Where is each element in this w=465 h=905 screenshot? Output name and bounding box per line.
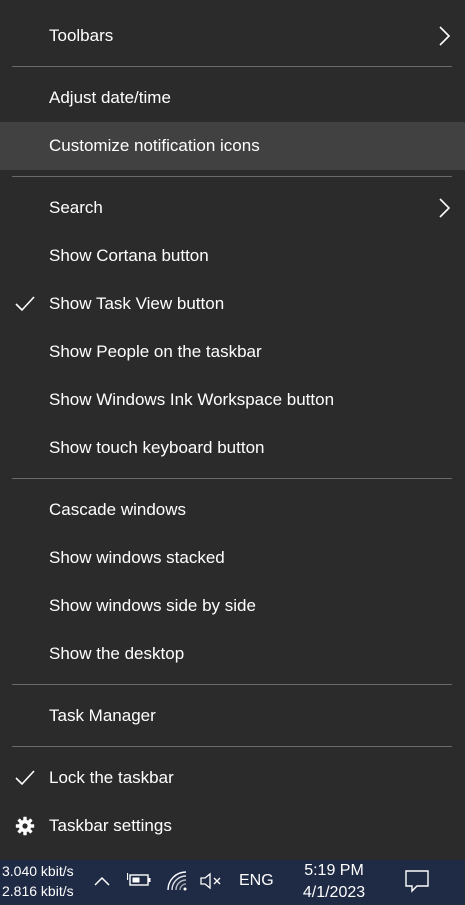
menu-item-label: Show Task View button [49, 294, 225, 313]
menu-separator [12, 478, 452, 479]
menu-item-label: Customize notification icons [49, 136, 260, 155]
menu-item-label: Show the desktop [49, 644, 185, 663]
chevron-right-icon [439, 198, 451, 218]
menu-item-label: Show windows stacked [49, 548, 225, 567]
wifi-icon[interactable] [166, 870, 188, 892]
language-indicator[interactable]: ENG [239, 872, 274, 890]
menu-item-adjust-date-time[interactable]: Adjust date/time [0, 74, 465, 122]
download-speed: 2.816 kbit/s [2, 883, 74, 899]
gear-icon [15, 816, 35, 836]
menu-item-show-windows-side-by-side[interactable]: Show windows side by side [0, 582, 465, 630]
menu-item-show-windows-ink[interactable]: Show Windows Ink Workspace button [0, 376, 465, 424]
clock-time: 5:19 PM [304, 862, 364, 879]
upload-speed: 3.040 kbit/s [2, 863, 74, 879]
menu-item-show-windows-stacked[interactable]: Show windows stacked [0, 534, 465, 582]
chevron-up-icon[interactable] [93, 875, 111, 887]
menu-item-label: Show Windows Ink Workspace button [49, 390, 335, 409]
menu-item-label: Lock the taskbar [49, 768, 174, 787]
checkmark-icon [15, 296, 35, 312]
clock[interactable]: 5:19 PM 4/1/2023 [296, 860, 372, 904]
menu-separator [12, 66, 452, 67]
clock-date: 4/1/2023 [302, 884, 366, 901]
menu-item-show-people[interactable]: Show People on the taskbar [0, 328, 465, 376]
menu-separator [12, 176, 452, 177]
checkmark-icon [15, 770, 35, 786]
menu-item-show-touch-keyboard[interactable]: Show touch keyboard button [0, 424, 465, 472]
volume-muted-icon[interactable] [199, 871, 223, 891]
menu-item-label: Task Manager [49, 706, 156, 725]
chevron-right-icon [439, 26, 451, 46]
menu-item-show-cortana-button[interactable]: Show Cortana button [0, 232, 465, 280]
menu-item-label: Taskbar settings [49, 816, 172, 835]
menu-separator [12, 746, 452, 747]
notification-icon[interactable] [404, 868, 430, 894]
taskbar-context-menu: Toolbars Adjust date/time Customize noti… [0, 0, 465, 860]
menu-item-customize-notification-icons[interactable]: Customize notification icons [0, 122, 465, 170]
menu-item-taskbar-settings[interactable]: Taskbar settings [0, 802, 465, 850]
menu-item-label: Show touch keyboard button [49, 438, 265, 457]
network-speed-meter[interactable]: 3.040 kbit/s 2.816 kbit/s [2, 861, 74, 901]
menu-item-cascade-windows[interactable]: Cascade windows [0, 486, 465, 534]
menu-item-label: Show People on the taskbar [49, 342, 262, 361]
menu-item-search[interactable]: Search [0, 184, 465, 232]
menu-separator [12, 684, 452, 685]
menu-item-lock-taskbar[interactable]: Lock the taskbar [0, 754, 465, 802]
menu-item-label: Show Cortana button [49, 246, 209, 265]
battery-icon[interactable] [127, 872, 153, 888]
menu-item-label: Adjust date/time [49, 88, 171, 107]
menu-item-show-task-view-button[interactable]: Show Task View button [0, 280, 465, 328]
menu-item-label: Search [49, 198, 103, 217]
menu-item-label: Toolbars [49, 26, 114, 45]
menu-item-label: Cascade windows [49, 500, 187, 519]
menu-item-toolbars[interactable]: Toolbars [0, 12, 465, 60]
menu-item-label: Show windows side by side [49, 596, 256, 615]
menu-item-task-manager[interactable]: Task Manager [0, 692, 465, 740]
taskbar: 3.040 kbit/s 2.816 kbit/s ENG 5:19 PM 4/… [0, 860, 465, 905]
menu-item-show-desktop[interactable]: Show the desktop [0, 630, 465, 678]
